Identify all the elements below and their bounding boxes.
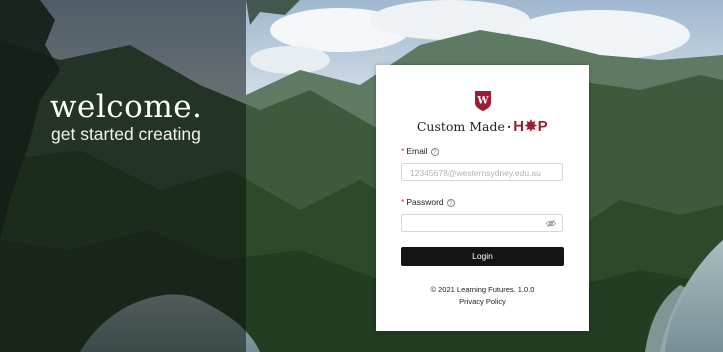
welcome-subtitle: get started creating	[51, 124, 201, 144]
password-field[interactable]	[401, 214, 563, 232]
welcome-overlay-panel	[0, 0, 246, 352]
privacy-policy-link[interactable]: Privacy Policy	[376, 297, 589, 306]
help-icon[interactable]: ?	[446, 198, 455, 207]
required-mark: *	[401, 197, 405, 207]
password-label-text: Password	[406, 197, 444, 207]
help-icon[interactable]: ?	[430, 147, 439, 156]
required-mark: *	[401, 146, 405, 156]
brand-name: Custom Made · H✸P	[376, 117, 589, 135]
university-shield-icon: W	[475, 91, 491, 111]
email-placeholder: 12345678@westernsydney.edu.au	[410, 168, 541, 178]
email-field[interactable]: 12345678@westernsydney.edu.au	[401, 163, 563, 181]
email-label: * Email?	[401, 146, 439, 156]
brand-text: Custom Made	[416, 119, 505, 134]
password-label: * Password?	[401, 197, 455, 207]
copyright-text: © 2021 Learning Futures. 1.0.0	[430, 285, 535, 294]
eye-hidden-icon[interactable]	[546, 219, 556, 228]
svg-text:W: W	[476, 96, 489, 107]
welcome-title: welcome.	[50, 89, 203, 125]
login-card: W Custom Made · H✸P * Email? 12345678@weste…	[376, 65, 589, 331]
brand-separator: ·	[506, 119, 512, 134]
login-button[interactable]: Login	[401, 247, 564, 266]
email-label-text: Email	[406, 146, 428, 156]
hsp-logo: H✸P	[513, 118, 549, 135]
